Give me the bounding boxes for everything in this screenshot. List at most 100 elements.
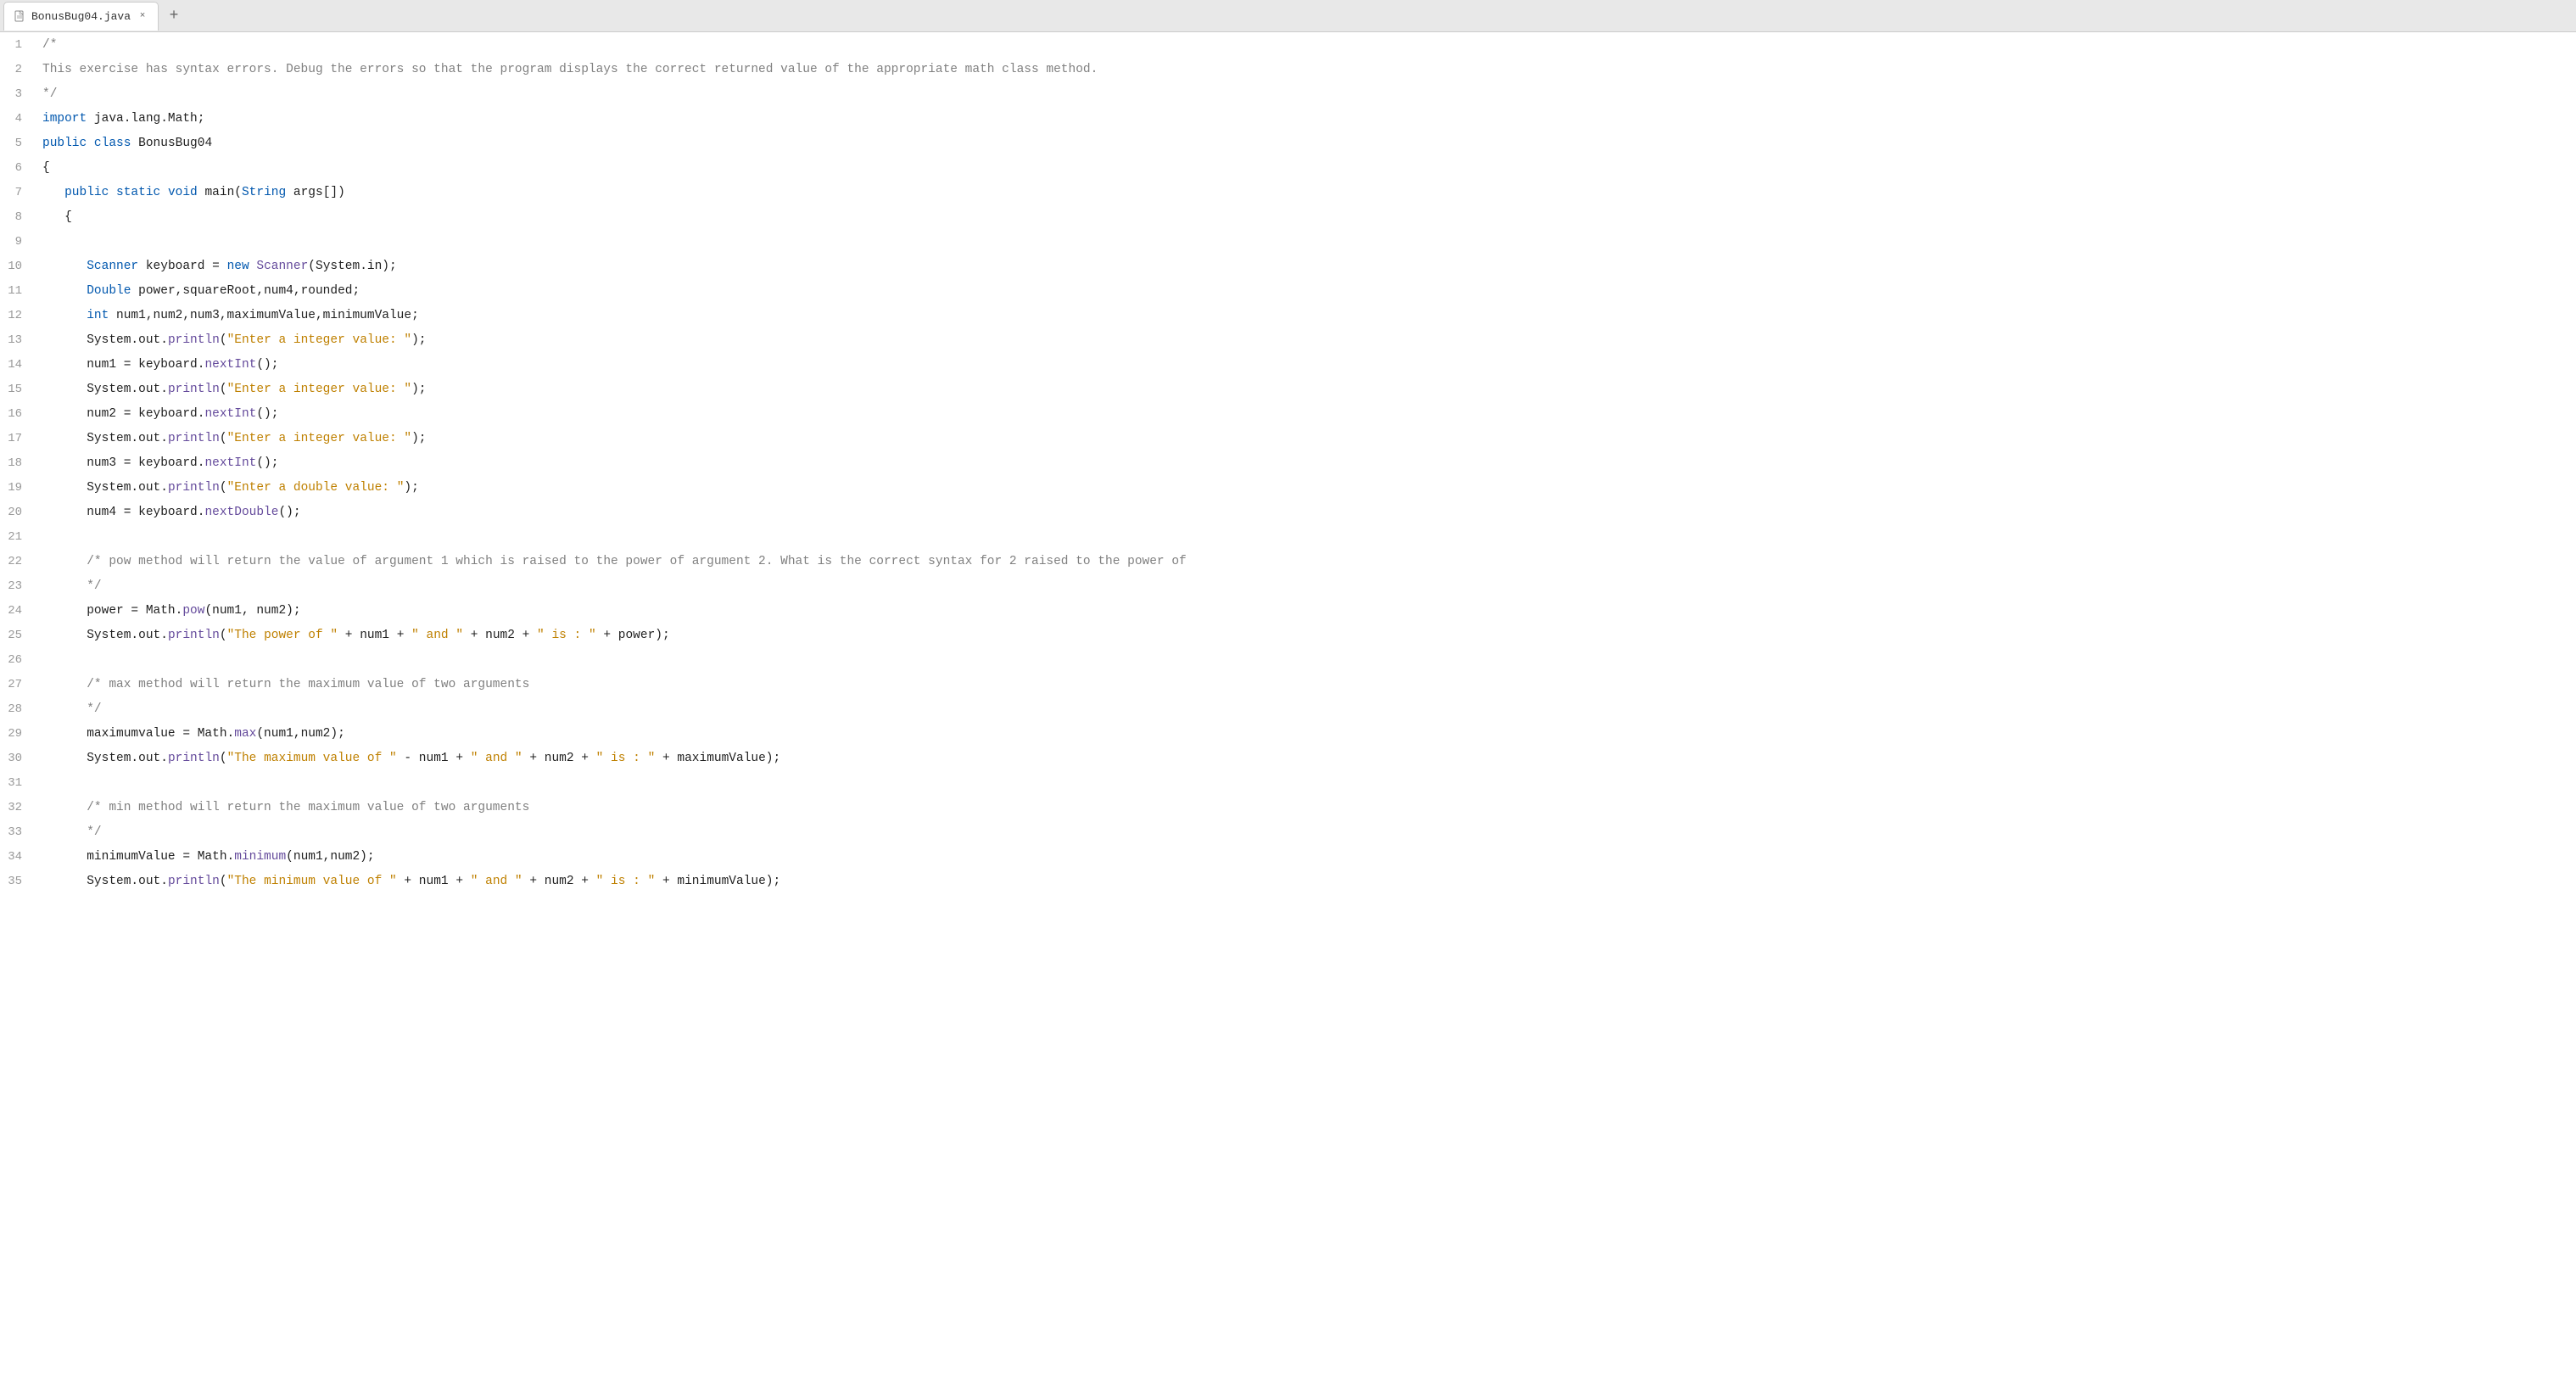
line-number: 24 xyxy=(0,598,34,623)
line-number: 7 xyxy=(0,180,34,204)
table-row: 26 xyxy=(0,647,2576,672)
table-row: 23 */ xyxy=(0,573,2576,598)
table-row: 28 */ xyxy=(0,696,2576,721)
line-number: 6 xyxy=(0,155,34,180)
code-table: 1/*2This exercise has syntax errors. Deb… xyxy=(0,32,2576,893)
line-number: 13 xyxy=(0,327,34,352)
table-row: 6{ xyxy=(0,155,2576,180)
code-content[interactable]: System.out.println("Enter a integer valu… xyxy=(34,327,2576,352)
line-number: 27 xyxy=(0,672,34,696)
code-content[interactable]: public class BonusBug04 xyxy=(34,131,2576,155)
code-content[interactable]: */ xyxy=(34,81,2576,106)
code-content[interactable]: num4 = keyboard.nextDouble(); xyxy=(34,500,2576,524)
line-number: 29 xyxy=(0,721,34,746)
line-number: 18 xyxy=(0,450,34,475)
code-content[interactable]: System.out.println("Enter a integer valu… xyxy=(34,426,2576,450)
table-row: 10 Scanner keyboard = new Scanner(System… xyxy=(0,254,2576,278)
code-content[interactable] xyxy=(34,647,2576,672)
code-content[interactable]: /* min method will return the maximum va… xyxy=(34,795,2576,819)
new-tab-button[interactable]: + xyxy=(162,4,186,28)
code-content[interactable]: power = Math.pow(num1, num2); xyxy=(34,598,2576,623)
code-content[interactable]: System.out.println("The maximum value of… xyxy=(34,746,2576,770)
table-row: 18 num3 = keyboard.nextInt(); xyxy=(0,450,2576,475)
code-content[interactable]: /* max method will return the maximum va… xyxy=(34,672,2576,696)
table-row: 1/* xyxy=(0,32,2576,57)
line-number: 30 xyxy=(0,746,34,770)
table-row: 9 xyxy=(0,229,2576,254)
line-number: 3 xyxy=(0,81,34,106)
table-row: 29 maximumvalue = Math.max(num1,num2); xyxy=(0,721,2576,746)
table-row: 20 num4 = keyboard.nextDouble(); xyxy=(0,500,2576,524)
line-number: 4 xyxy=(0,106,34,131)
table-row: 2This exercise has syntax errors. Debug … xyxy=(0,57,2576,81)
line-number: 17 xyxy=(0,426,34,450)
line-number: 19 xyxy=(0,475,34,500)
code-content[interactable]: */ xyxy=(34,819,2576,844)
table-row: 3*/ xyxy=(0,81,2576,106)
code-content[interactable]: /* pow method will return the value of a… xyxy=(34,549,2576,573)
table-row: 34 minimumValue = Math.minimum(num1,num2… xyxy=(0,844,2576,869)
code-content[interactable]: System.out.println("Enter a integer valu… xyxy=(34,377,2576,401)
table-row: 32 /* min method will return the maximum… xyxy=(0,795,2576,819)
code-content[interactable] xyxy=(34,524,2576,549)
code-content[interactable]: int num1,num2,num3,maximumValue,minimumV… xyxy=(34,303,2576,327)
table-row: 19 System.out.println("Enter a double va… xyxy=(0,475,2576,500)
line-number: 20 xyxy=(0,500,34,524)
table-row: 27 /* max method will return the maximum… xyxy=(0,672,2576,696)
code-content[interactable]: Double power,squareRoot,num4,rounded; xyxy=(34,278,2576,303)
table-row: 15 System.out.println("Enter a integer v… xyxy=(0,377,2576,401)
code-content[interactable]: */ xyxy=(34,573,2576,598)
line-number: 33 xyxy=(0,819,34,844)
code-content[interactable]: num1 = keyboard.nextInt(); xyxy=(34,352,2576,377)
line-number: 22 xyxy=(0,549,34,573)
tab-bar: BonusBug04.java × + xyxy=(0,0,2576,32)
tab-label: BonusBug04.java xyxy=(31,10,131,23)
code-content[interactable]: /* xyxy=(34,32,2576,57)
code-content[interactable]: num3 = keyboard.nextInt(); xyxy=(34,450,2576,475)
code-content[interactable]: System.out.println("Enter a double value… xyxy=(34,475,2576,500)
line-number: 14 xyxy=(0,352,34,377)
table-row: 17 System.out.println("Enter a integer v… xyxy=(0,426,2576,450)
tab-bonusbug04[interactable]: BonusBug04.java × xyxy=(3,2,159,31)
editor-window: BonusBug04.java × + 1/*2This exercise ha… xyxy=(0,0,2576,1376)
code-content[interactable]: import java.lang.Math; xyxy=(34,106,2576,131)
code-content[interactable]: This exercise has syntax errors. Debug t… xyxy=(34,57,2576,81)
line-number: 2 xyxy=(0,57,34,81)
code-content[interactable]: { xyxy=(34,204,2576,229)
table-row: 21 xyxy=(0,524,2576,549)
table-row: 16 num2 = keyboard.nextInt(); xyxy=(0,401,2576,426)
code-content[interactable]: */ xyxy=(34,696,2576,721)
table-row: 33 */ xyxy=(0,819,2576,844)
line-number: 32 xyxy=(0,795,34,819)
table-row: 30 System.out.println("The maximum value… xyxy=(0,746,2576,770)
code-content[interactable]: public static void main(String args[]) xyxy=(34,180,2576,204)
line-number: 16 xyxy=(0,401,34,426)
line-number: 26 xyxy=(0,647,34,672)
table-row: 22 /* pow method will return the value o… xyxy=(0,549,2576,573)
line-number: 21 xyxy=(0,524,34,549)
line-number: 5 xyxy=(0,131,34,155)
table-row: 5public class BonusBug04 xyxy=(0,131,2576,155)
code-content[interactable]: minimumValue = Math.minimum(num1,num2); xyxy=(34,844,2576,869)
line-number: 35 xyxy=(0,869,34,893)
code-content[interactable] xyxy=(34,229,2576,254)
code-content[interactable]: maximumvalue = Math.max(num1,num2); xyxy=(34,721,2576,746)
code-content[interactable]: System.out.println("The minimum value of… xyxy=(34,869,2576,893)
code-content[interactable]: System.out.println("The power of " + num… xyxy=(34,623,2576,647)
code-content[interactable]: { xyxy=(34,155,2576,180)
code-content[interactable] xyxy=(34,770,2576,795)
code-content[interactable]: num2 = keyboard.nextInt(); xyxy=(34,401,2576,426)
line-number: 28 xyxy=(0,696,34,721)
file-icon xyxy=(13,9,26,23)
line-number: 23 xyxy=(0,573,34,598)
code-content[interactable]: Scanner keyboard = new Scanner(System.in… xyxy=(34,254,2576,278)
line-number: 10 xyxy=(0,254,34,278)
line-number: 25 xyxy=(0,623,34,647)
tab-close-button[interactable]: × xyxy=(136,9,149,23)
line-number: 34 xyxy=(0,844,34,869)
code-editor[interactable]: 1/*2This exercise has syntax errors. Deb… xyxy=(0,32,2576,1376)
table-row: 31 xyxy=(0,770,2576,795)
line-number: 1 xyxy=(0,32,34,57)
table-row: 7 public static void main(String args[]) xyxy=(0,180,2576,204)
table-row: 11 Double power,squareRoot,num4,rounded; xyxy=(0,278,2576,303)
